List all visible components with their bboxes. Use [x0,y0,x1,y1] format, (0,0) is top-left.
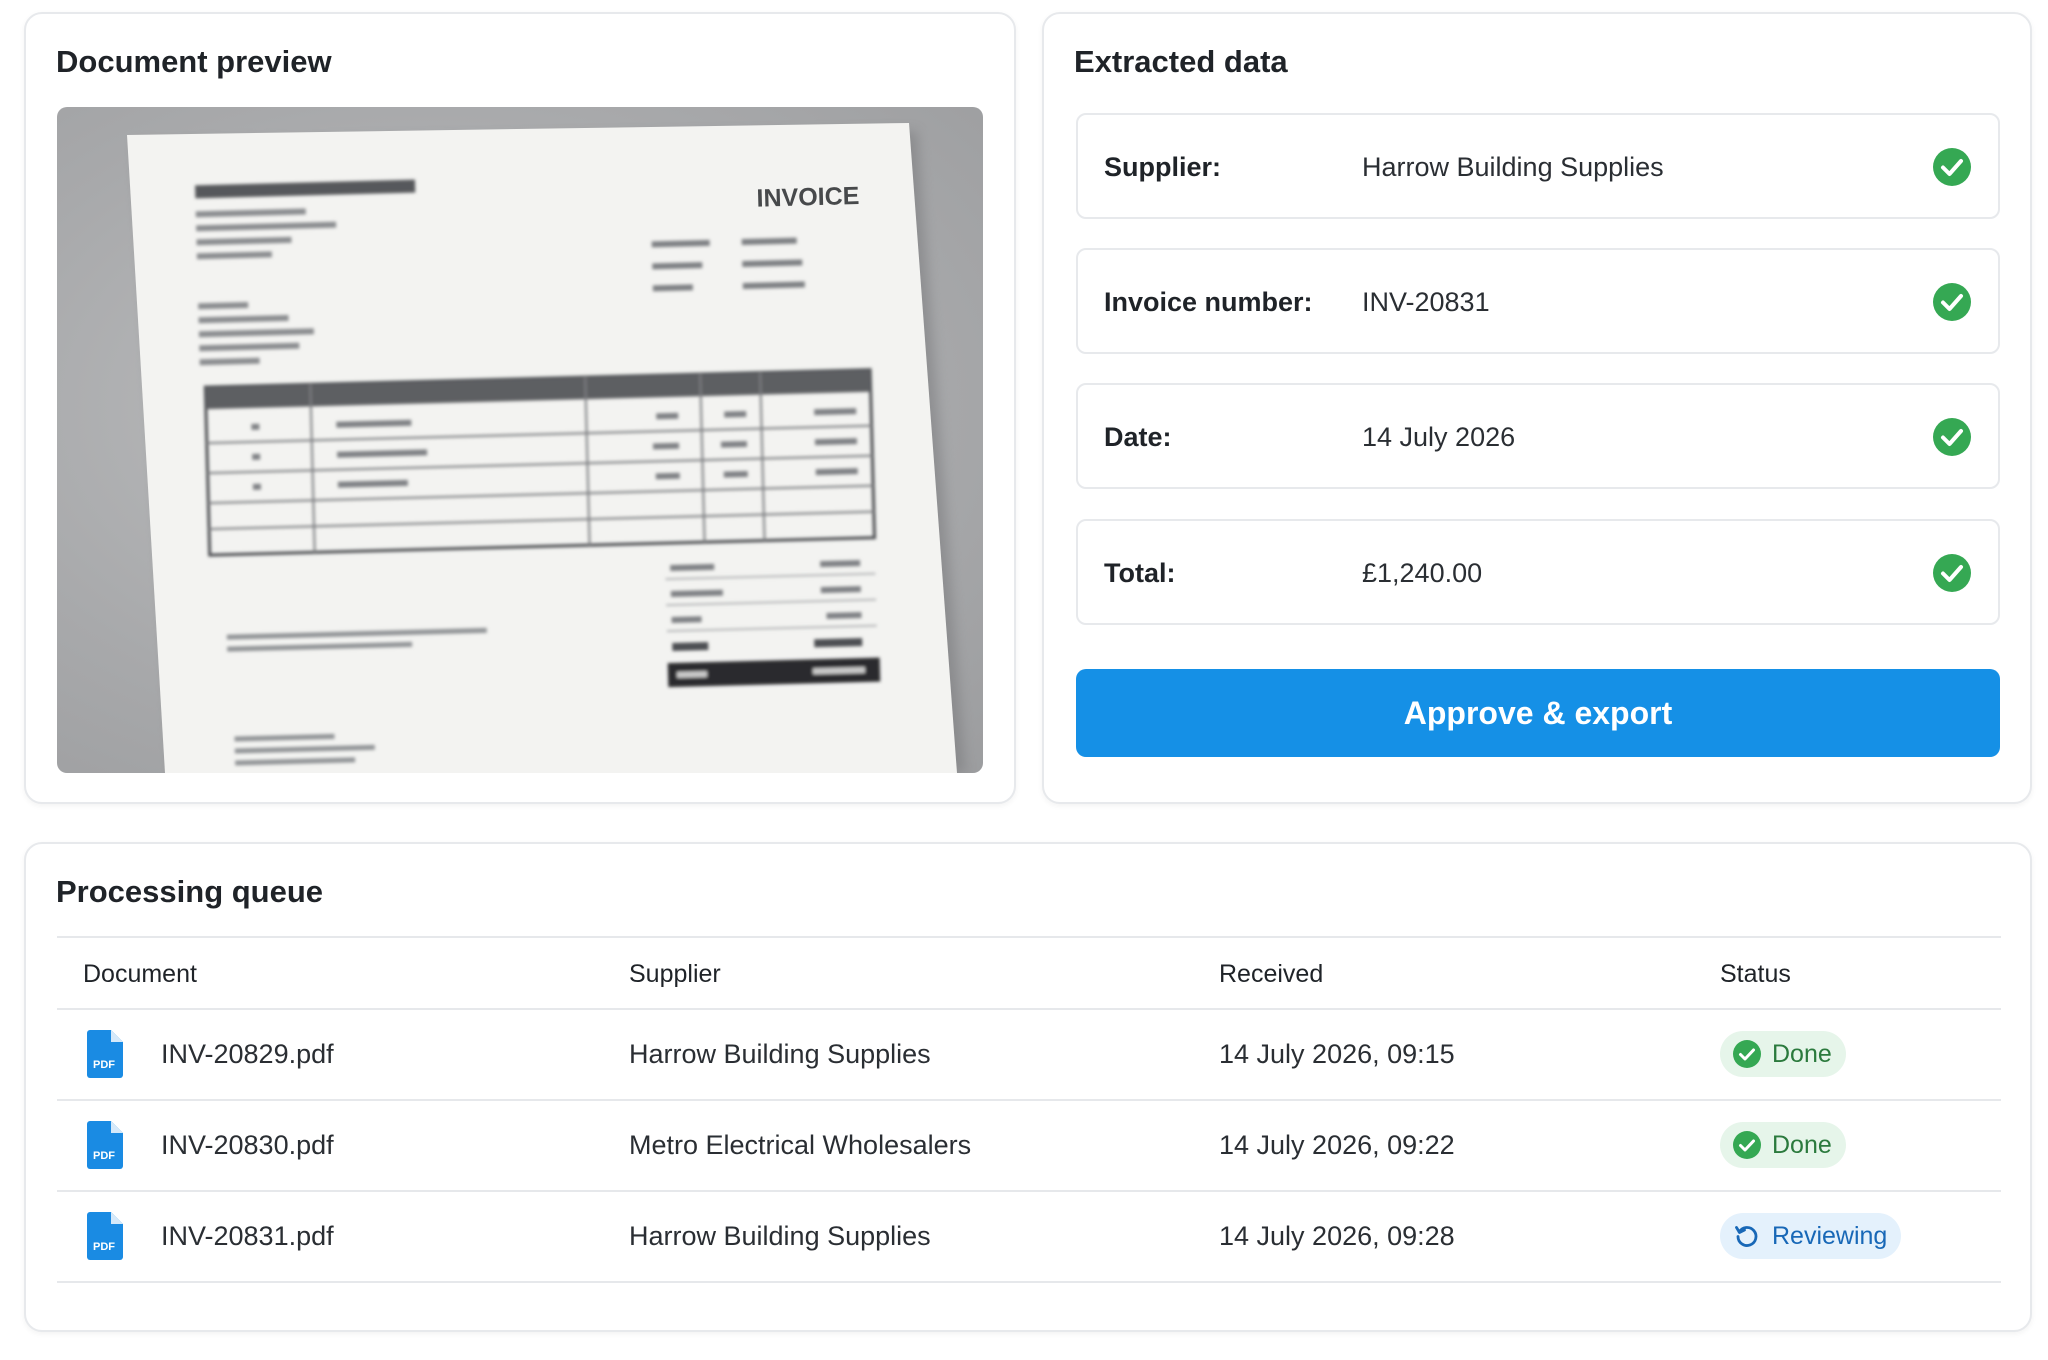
approve-export-button[interactable]: Approve & export [1076,669,2000,757]
pdf-file-icon: PDF [87,1121,123,1169]
invoice-photo: INVOICE [57,107,983,773]
processing-queue-panel: Processing queue Document Supplier Recei… [24,842,2032,1332]
invoice-heading: INVOICE [756,182,859,213]
svg-text:PDF: PDF [93,1241,115,1253]
supplier-cell: Harrow Building Supplies [629,1221,931,1251]
field-value[interactable]: 14 July 2026 [1362,385,1515,489]
extracted-data-title: Extracted data [1074,44,1288,79]
column-header-status[interactable]: Status [1720,938,1791,1010]
status-text: Done [1772,1040,1832,1068]
field-supplier[interactable]: Supplier: Harrow Building Supplies [1076,113,2000,219]
column-header-document[interactable]: Document [83,938,197,1010]
supplier-cell: Harrow Building Supplies [629,1039,931,1069]
extracted-data-panel: Extracted data Supplier: Harrow Building… [1042,12,2032,804]
document-preview-panel: Document preview INVOICE [24,12,1016,804]
queue-table: Document Supplier Received Status PDF IN… [57,936,2001,1283]
pdf-file-icon: PDF [87,1212,123,1260]
processing-queue-title: Processing queue [56,874,324,909]
field-value[interactable]: £1,240.00 [1362,521,1482,625]
check-circle-icon [1933,418,1971,456]
status-text: Done [1772,1131,1832,1159]
field-total[interactable]: Total: £1,240.00 [1076,519,2000,625]
table-row[interactable]: PDF INV-20831.pdf Harrow Building Suppli… [57,1192,2001,1283]
field-label: Date: [1104,422,1172,452]
supplier-cell: Metro Electrical Wholesalers [629,1130,972,1160]
queue-table-header: Document Supplier Received Status [57,936,2001,1010]
pdf-file-icon: PDF [87,1030,123,1078]
table-row[interactable]: PDF INV-20829.pdf Harrow Building Suppli… [57,1010,2001,1101]
received-cell: 14 July 2026, 09:22 [1219,1130,1455,1160]
svg-text:PDF: PDF [93,1059,115,1071]
field-label: Total: [1104,558,1176,588]
document-preview-title: Document preview [56,44,332,79]
check-circle-icon [1933,148,1971,186]
document-name[interactable]: INV-20830.pdf [161,1101,334,1190]
received-cell: 14 July 2026, 09:28 [1219,1221,1455,1251]
check-circle-icon [1733,1040,1761,1068]
field-value[interactable]: INV-20831 [1362,250,1490,354]
status-text: Reviewing [1772,1222,1888,1250]
field-value[interactable]: Harrow Building Supplies [1362,115,1664,219]
column-header-received[interactable]: Received [1219,938,1323,1010]
status-badge: Reviewing [1720,1213,1902,1259]
check-circle-icon [1733,1131,1761,1159]
refresh-icon [1735,1226,1758,1247]
table-row[interactable]: PDF INV-20830.pdf Metro Electrical Whole… [57,1101,2001,1192]
field-date[interactable]: Date: 14 July 2026 [1076,383,2000,489]
check-circle-icon [1933,283,1971,321]
field-label: Invoice number: [1104,287,1313,317]
received-cell: 14 July 2026, 09:15 [1219,1039,1455,1069]
field-invoice-number[interactable]: Invoice number: INV-20831 [1076,248,2000,354]
invoice-image: INVOICE [127,123,965,773]
document-name[interactable]: INV-20831.pdf [161,1192,334,1281]
field-label: Supplier: [1104,152,1222,182]
status-badge: Done [1720,1122,1846,1168]
status-badge: Done [1720,1031,1846,1077]
column-header-supplier[interactable]: Supplier [629,938,721,1010]
svg-text:PDF: PDF [93,1150,115,1162]
check-circle-icon [1933,554,1971,592]
document-name[interactable]: INV-20829.pdf [161,1010,334,1099]
